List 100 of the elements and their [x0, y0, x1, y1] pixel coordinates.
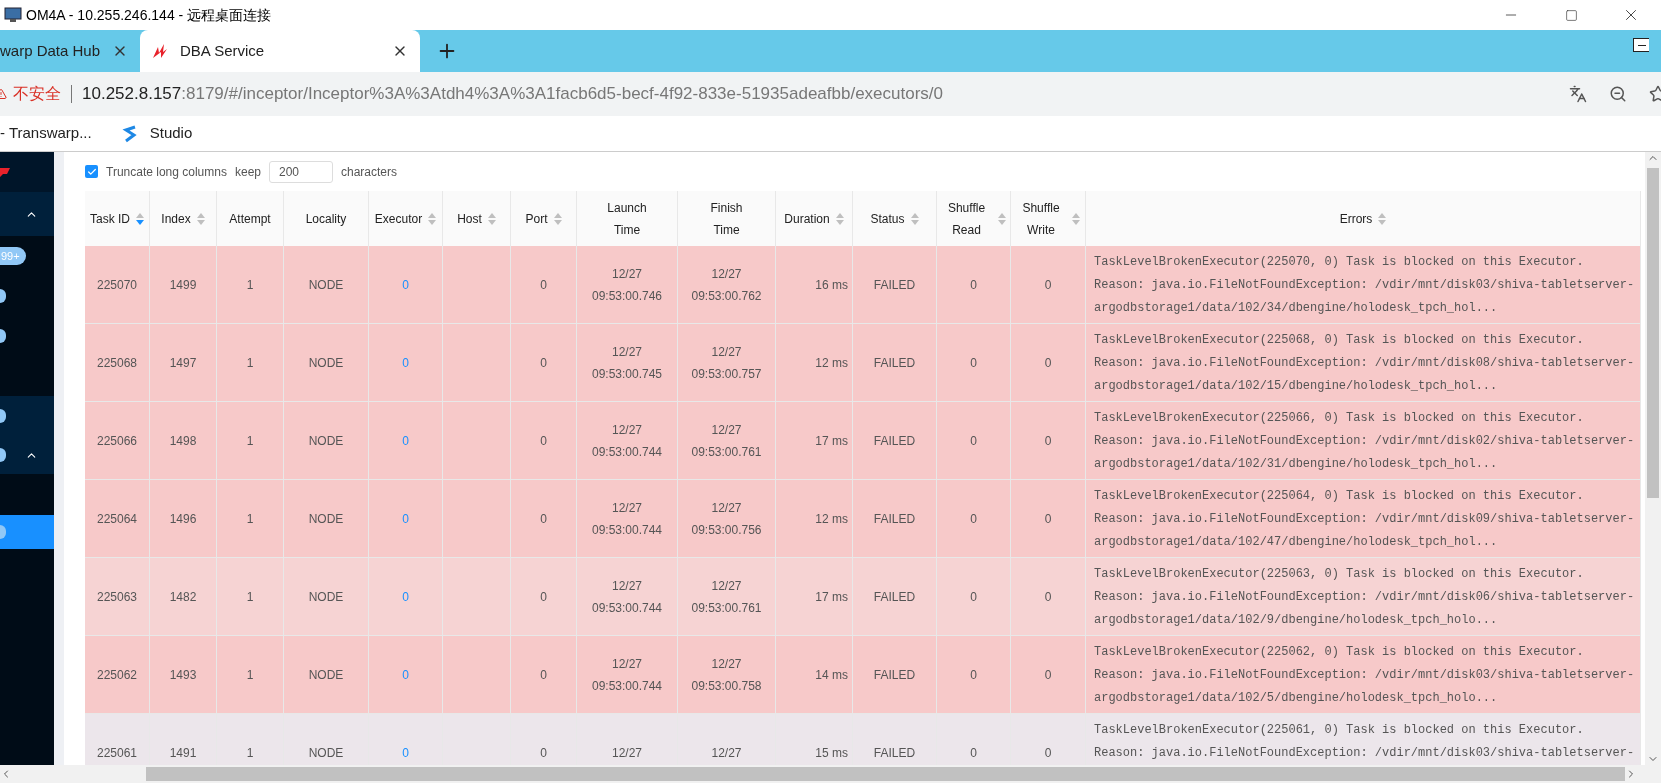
- table-cell-text: 0: [1044, 666, 1052, 684]
- table-cell-text: 0: [1044, 276, 1052, 294]
- table-cell-text: 0: [970, 744, 977, 762]
- s-logo-icon: [121, 123, 138, 144]
- table-cell-text: 1: [246, 510, 254, 528]
- menu-item-icon[interactable]: [0, 448, 6, 462]
- table-cell-text: 0: [540, 276, 547, 294]
- table-cell-text: 0: [970, 354, 977, 372]
- table-cell-text: 1: [246, 744, 254, 762]
- sort-icon[interactable]: [1378, 212, 1387, 225]
- menu-item-icon[interactable]: [0, 289, 6, 303]
- characters-label: characters: [341, 163, 397, 181]
- keep-input[interactable]: 200: [269, 160, 333, 183]
- tab-title: warp Data Hub: [0, 40, 101, 61]
- table-cell-text: TaskLevelBrokenExecutor(225061, 0) Task is blocked on this Executor. Reason: java.io.FileNotFoundException: /vdir/mnt/disk03/shiva-tabletserver-: [1094, 722, 1636, 762]
- sort-icon[interactable]: [487, 212, 496, 225]
- vertical-scrollbar[interactable]: [1645, 152, 1661, 765]
- table-cell-text: TaskLevelBrokenExecutor(225062, 0) Task is blocked on this Executor. Reason: java.io.FileNotFoundException: /vdir/mnt/disk03/shiva-tabletserver-argodbstorage1/data/102/5/dbengine/holodesk_tpch_holo...: [1094, 644, 1636, 707]
- table-cell-text: 0: [540, 510, 547, 528]
- table-cell-text: 12/27 09:53:00.757: [690, 343, 763, 383]
- truncate-checkbox[interactable]: [85, 165, 98, 178]
- bookmark-link[interactable]: - Transwarp...: [0, 122, 92, 145]
- menu-item-icon[interactable]: [0, 329, 6, 343]
- table-cell-text: 0: [1044, 588, 1052, 606]
- table-cell-text: FAILED: [873, 588, 916, 606]
- security-label[interactable]: 不安全: [13, 82, 61, 106]
- table-cell-text: 0: [540, 666, 547, 684]
- table-cell-text: 1499: [169, 276, 197, 294]
- table-cell-text: 0: [970, 666, 977, 684]
- sort-icon[interactable]: [553, 212, 562, 225]
- horizontal-scrollbar[interactable]: [0, 765, 1661, 783]
- window-title: OM4A - 10.255.246.144 - 远程桌面连接: [26, 5, 272, 25]
- table-cell-text: 12/27 09:53:00.744: [590, 499, 664, 539]
- table-cell-text: 12/27: [612, 744, 642, 762]
- table-cell-text: FAILED: [873, 744, 916, 762]
- table-cell-text: 12/27 09:53:00.761: [690, 421, 763, 461]
- table-cell-text: 12/27 09:53:00.744: [590, 655, 664, 695]
- table-cell-text: 1482: [169, 588, 197, 606]
- menu-item-icon[interactable]: [0, 409, 6, 423]
- keep-label: keep: [234, 163, 261, 181]
- table-cell-text: NODE: [308, 432, 344, 450]
- table-cell-text: 225064: [96, 510, 137, 528]
- zoom-out-icon[interactable]: [1609, 85, 1627, 103]
- table-cell-text: 12/27 09:53:00.744: [590, 577, 664, 617]
- translate-icon[interactable]: [1569, 85, 1587, 103]
- browser-tab[interactable]: DBA Service: [140, 30, 420, 72]
- table-cell-text: 0: [540, 588, 547, 606]
- table-cell-text: 225062: [96, 666, 137, 684]
- sort-icon[interactable]: [835, 212, 844, 225]
- table-cell-text: 0: [970, 276, 977, 294]
- table-cell-text: 0: [1044, 432, 1052, 450]
- bookmark-link[interactable]: Studio: [149, 122, 193, 145]
- table-cell-text: 1496: [169, 510, 197, 528]
- window-menu-icon[interactable]: [1633, 38, 1649, 52]
- count-badge: 99+: [0, 247, 26, 265]
- table-cell-text: FAILED: [873, 432, 916, 450]
- table-cell-text: TaskLevelBrokenExecutor(225066, 0) Task is blocked on this Executor. Reason: java.io.FileNotFoundException: /vdir/mnt/disk02/shiva-tabletserver-argodbstorage1/data/102/31/dbengine/holodesk_tpch_hol...: [1094, 410, 1636, 473]
- table-cell-text: 0: [1044, 744, 1052, 762]
- table-cell-text: 14 ms: [815, 666, 848, 684]
- browser-tab[interactable]: warp Data Hub: [0, 30, 140, 72]
- sort-icon[interactable]: [428, 212, 437, 225]
- table-cell-text: 225066: [96, 432, 137, 450]
- table-cell-text: 12/27 09:53:00.758: [690, 655, 763, 695]
- table-cell-text: 1: [246, 432, 254, 450]
- table-cell-text: 0: [970, 432, 977, 450]
- table-cell-text: NODE: [308, 744, 344, 762]
- active-menu-item[interactable]: [0, 515, 54, 549]
- address-field[interactable]: 10.252.8.157:8179/#/inceptor/Inceptor%3A%3Atdh4%3A%3A1facb6d5-becf-4f92-833e-51935adeafbb/executors/0: [82, 81, 944, 107]
- table-cell-text: 12/27 09:53:00.762: [690, 265, 763, 305]
- sort-icon[interactable]: [136, 212, 144, 225]
- table-cell-text: 12/27 09:53:00.746: [590, 265, 664, 305]
- maximize-icon[interactable]: [1564, 8, 1578, 22]
- menu-background: [0, 474, 54, 515]
- table-cell-text: 15 ms: [815, 744, 848, 762]
- table-cell-text: 225070: [96, 276, 137, 294]
- table-cell-text: NODE: [308, 510, 344, 528]
- table-cell-text: 225061: [96, 744, 137, 762]
- table-cell-text: 17 ms: [815, 588, 848, 606]
- table-cell-text: 1497: [169, 354, 197, 372]
- table-cell-text: TaskLevelBrokenExecutor(225070, 0) Task is blocked on this Executor. Reason: java.io.FileNotFoundException: /vdir/mnt/disk03/shiva-tabletserver-argodbstorage1/data/102/34/dbengine/holodesk_tpch_hol...: [1094, 254, 1636, 317]
- table-cell-text: 1: [246, 666, 254, 684]
- table-cell-text: 0: [540, 354, 547, 372]
- table-cell-text: 1493: [169, 666, 197, 684]
- flame-logo-icon: [152, 43, 168, 59]
- table-cell-text: 17 ms: [815, 432, 848, 450]
- table-cell-text: 1: [246, 354, 254, 372]
- table-cell-text: 0: [540, 744, 547, 762]
- table-cell-text: 1498: [169, 432, 197, 450]
- table-cell-text: 0: [970, 510, 977, 528]
- table-cell-text: 12/27 09:53:00.756: [690, 499, 763, 539]
- sort-icon[interactable]: [997, 212, 1006, 225]
- sort-icon[interactable]: [1072, 212, 1080, 225]
- table-cell-text: 16 ms: [815, 276, 848, 294]
- table-cell-text: 12/27: [711, 744, 742, 762]
- table-cell-text: TaskLevelBrokenExecutor(225064, 0) Task is blocked on this Executor. Reason: java.io.FileNotFoundException: /vdir/mnt/disk09/shiva-tabletserver-argodbstorage1/data/102/47/dbengine/holodesk_tpch_hol...: [1094, 488, 1636, 551]
- table-cell-text: 12 ms: [815, 510, 848, 528]
- table-cell-text: 0: [1044, 354, 1052, 372]
- sort-icon[interactable]: [910, 212, 919, 225]
- sort-icon[interactable]: [196, 212, 205, 225]
- table-cell-text: 1: [246, 588, 254, 606]
